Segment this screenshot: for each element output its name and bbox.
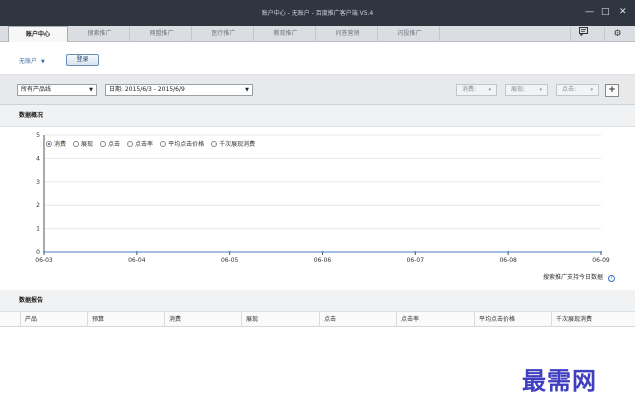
today-data-note: 搜索推广支持今日数据? — [543, 272, 615, 282]
metric-radio-option[interactable]: 点击率 — [127, 139, 153, 148]
y-tick-label: 0 — [36, 249, 40, 256]
chevron-down-icon: ▾ — [539, 87, 542, 93]
x-tick-label: 06-03 — [35, 257, 53, 264]
chevron-down-icon: ▼ — [41, 59, 45, 65]
metric-radio-option[interactable]: 展现 — [73, 139, 93, 148]
report-column-header[interactable]: 消费 — [164, 312, 241, 327]
title-bar: 账户中心 - 无账户 - 百度推广客户端 V5.4 — □ ✕ — [0, 0, 635, 26]
report-table-header: 产品 预算 消费 展现 点击 点击率 平均点击价格 千次展现消费 — [0, 312, 635, 327]
x-tick-label: 06-07 — [407, 257, 425, 264]
product-line-select[interactable]: 所有产品线 ▼ — [17, 84, 97, 96]
chevron-down-icon: ▼ — [245, 87, 249, 93]
report-column-header[interactable]: 预算 — [87, 312, 164, 327]
report-column-header[interactable]: 点击率 — [396, 312, 474, 327]
metric-filter-label: 展现: — [511, 86, 526, 93]
tab-account-center[interactable]: 账户中心 — [8, 26, 68, 42]
y-tick-label: 4 — [36, 155, 40, 162]
date-range-select[interactable]: 日期: 2015/6/3 - 2015/6/9 ▼ — [105, 84, 253, 96]
chevron-down-icon: ▾ — [488, 87, 491, 93]
data-point — [228, 251, 231, 253]
x-tick-label: 06-05 — [221, 257, 239, 264]
y-tick-label: 5 — [36, 132, 40, 139]
tab-flash-promotion[interactable]: 闪投推广 — [380, 26, 440, 42]
overview-section-title: 数据概况 — [0, 105, 635, 127]
report-column-header[interactable]: 产品 — [20, 312, 87, 327]
data-point — [321, 251, 324, 253]
tab-medical-promotion[interactable]: 医疗推广 — [194, 26, 254, 42]
metric-radio-label: 点击 — [108, 141, 121, 148]
data-point — [507, 251, 510, 253]
chevron-down-icon: ▾ — [590, 87, 593, 93]
metric-filter-clicks[interactable]: 点击: ▾ — [556, 84, 599, 96]
metric-radio-option[interactable]: 平均点击价格 — [160, 139, 204, 148]
tab-union-promotion[interactable]: 网盟推广 — [132, 26, 192, 42]
gear-icon[interactable]: ⚙ — [604, 27, 630, 41]
close-button[interactable]: ✕ — [619, 6, 627, 18]
tab-search-promotion[interactable]: 搜索推广 — [70, 26, 130, 42]
report-column-header[interactable]: 点击 — [319, 312, 396, 327]
overview-chart-area: 0 1 2 3 4 5 06-03 06-04 06-05 06-06 06-07 06-08 06-0… — [0, 127, 635, 290]
radio-dot-icon — [100, 141, 107, 147]
x-tick-label: 06-08 — [499, 257, 517, 264]
data-point — [135, 251, 138, 253]
watermark-logo: 最需网 — [522, 366, 597, 395]
x-tick-label: 06-06 — [314, 257, 332, 264]
overview-line-chart: 0 1 2 3 4 5 06-03 06-04 06-05 06-06 06-07 06-08 06-0… — [35, 132, 610, 264]
help-icon[interactable]: ? — [608, 275, 615, 282]
data-point — [600, 251, 602, 253]
data-point — [43, 251, 45, 253]
report-section-title: 数据报告 — [0, 290, 635, 312]
account-selector-label: 无账户 — [19, 58, 38, 65]
tab-qa-marketing[interactable]: 问答营销 — [318, 26, 378, 42]
report-column-header[interactable]: 千次展现消费 — [551, 312, 628, 327]
main-tab-bar: 账户中心 搜索推广 网盟推广 医疗推广 教育推广 问答营销 闪投推广 ⚙ — [0, 26, 635, 42]
x-tick-label: 06-09 — [592, 257, 610, 264]
metric-filter-spend[interactable]: 消费: ▾ — [456, 84, 497, 96]
metric-radio-label: 展现 — [81, 141, 94, 148]
metric-radio-option[interactable]: 点击 — [100, 139, 120, 148]
metric-radio-label: 千次展现消费 — [219, 141, 256, 148]
metric-filter-impressions[interactable]: 展现: ▾ — [505, 84, 548, 96]
radio-dot-icon — [46, 141, 52, 147]
metric-filter-label: 消费: — [462, 86, 477, 93]
radio-dot-icon — [211, 141, 218, 147]
radio-dot-icon — [127, 141, 134, 147]
y-tick-label: 1 — [36, 226, 40, 233]
report-column-header[interactable]: 展现 — [241, 312, 319, 327]
metric-radio-label: 点击率 — [135, 141, 154, 148]
maximize-button[interactable]: □ — [601, 6, 610, 18]
y-tick-label: 3 — [36, 179, 40, 186]
account-selector[interactable]: 无账户 ▼ — [19, 56, 45, 65]
filter-bar: 所有产品线 ▼ 日期: 2015/6/3 - 2015/6/9 ▼ 消费: ▾ 展… — [0, 75, 635, 105]
date-range-value: 日期: 2015/6/3 - 2015/6/9 — [109, 86, 185, 93]
report-column-header[interactable]: 平均点击价格 — [474, 312, 551, 327]
metric-filter-label: 点击: — [562, 86, 577, 93]
radio-dot-icon — [73, 141, 80, 147]
x-tick-label: 06-04 — [128, 257, 146, 264]
metric-radio-option[interactable]: 消费 — [46, 139, 66, 148]
y-tick-label: 2 — [36, 202, 40, 209]
metric-radio-option[interactable]: 千次展现消费 — [211, 139, 255, 148]
message-icon[interactable] — [570, 27, 596, 41]
account-row: 无账户 ▼ 登录 — [0, 42, 635, 75]
metric-radio-group: 消费 展现 点击 点击率 平均点击价格 千次展现消费 — [46, 139, 262, 148]
tab-education-promotion[interactable]: 教育推广 — [256, 26, 316, 42]
chevron-down-icon: ▼ — [89, 87, 93, 93]
window-title: 账户中心 - 无账户 - 百度推广客户端 V5.4 — [261, 10, 374, 17]
metric-radio-label: 消费 — [54, 141, 67, 148]
add-metric-button[interactable]: + — [605, 84, 619, 97]
product-line-value: 所有产品线 — [21, 86, 52, 93]
login-button[interactable]: 登录 — [66, 54, 99, 66]
data-point — [414, 251, 417, 253]
today-data-note-text: 搜索推广支持今日数据 — [542, 274, 603, 281]
radio-dot-icon — [160, 141, 167, 147]
minimize-button[interactable]: — — [585, 6, 594, 18]
metric-radio-label: 平均点击价格 — [168, 141, 205, 148]
